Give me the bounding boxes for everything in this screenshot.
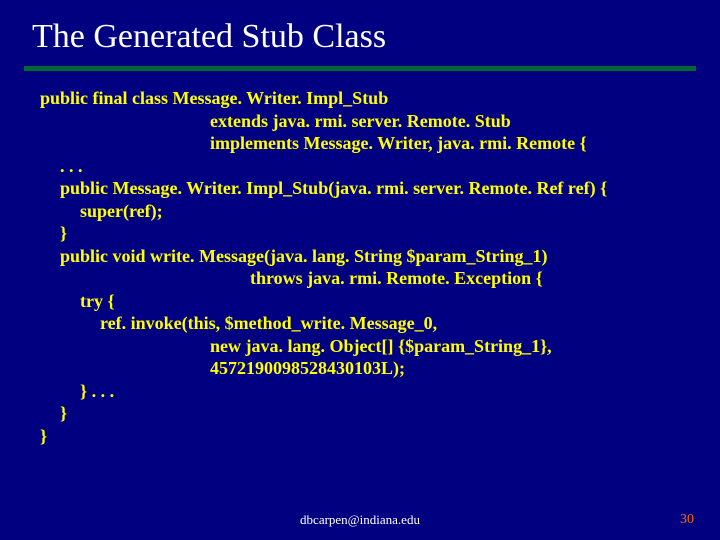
- code-line: public Message. Writer. Impl_Stub(java. …: [40, 177, 688, 200]
- code-line: try {: [40, 290, 688, 313]
- code-line: new java. lang. Object[] {$param_String_…: [40, 335, 688, 358]
- code-line: public void write. Message(java. lang. S…: [40, 245, 688, 268]
- code-line: ref. invoke(this, $method_write. Message…: [40, 312, 688, 335]
- code-line: public final class Message. Writer. Impl…: [40, 87, 688, 110]
- code-line: . . .: [40, 155, 688, 178]
- code-line: }: [40, 425, 688, 448]
- page-number: 30: [680, 512, 694, 528]
- code-line: }: [40, 222, 688, 245]
- footer-email: dbcarpen@indiana.edu: [0, 512, 720, 528]
- code-line: super(ref);: [40, 200, 688, 223]
- code-block: public final class Message. Writer. Impl…: [0, 71, 720, 447]
- code-line: throws java. rmi. Remote. Exception {: [40, 267, 688, 290]
- code-line: } . . .: [40, 380, 688, 403]
- code-line: 4572190098528430103L);: [40, 357, 688, 380]
- code-line: extends java. rmi. server. Remote. Stub: [40, 110, 688, 133]
- code-line: implements Message. Writer, java. rmi. R…: [40, 132, 688, 155]
- code-line: }: [40, 402, 688, 425]
- slide-title: The Generated Stub Class: [0, 0, 720, 64]
